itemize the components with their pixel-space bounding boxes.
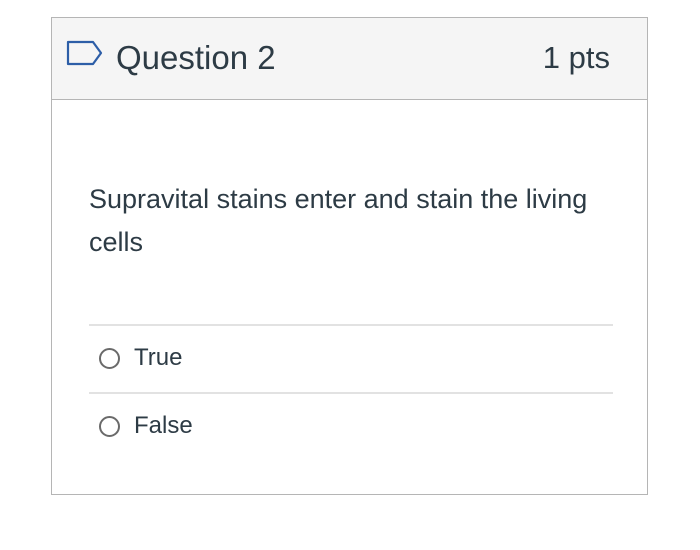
answer-label: True xyxy=(134,344,183,371)
question-title: Question 2 xyxy=(116,39,276,76)
question-card: Question 2 1 pts Supravital stains enter… xyxy=(51,17,648,495)
radio-button-icon[interactable] xyxy=(99,347,120,369)
question-text: Supravital stains enter and stain the li… xyxy=(89,184,588,257)
answer-option-true[interactable]: True xyxy=(89,333,613,383)
answer-divider xyxy=(89,324,613,326)
answer-divider xyxy=(89,392,613,394)
radio-button-icon[interactable] xyxy=(99,415,120,437)
answer-label: False xyxy=(134,412,193,439)
question-points: 1 pts xyxy=(542,40,610,75)
flag-icon[interactable] xyxy=(66,40,104,66)
answer-option-false[interactable]: False xyxy=(89,401,613,451)
question-header: Question 2 1 pts xyxy=(52,18,647,100)
